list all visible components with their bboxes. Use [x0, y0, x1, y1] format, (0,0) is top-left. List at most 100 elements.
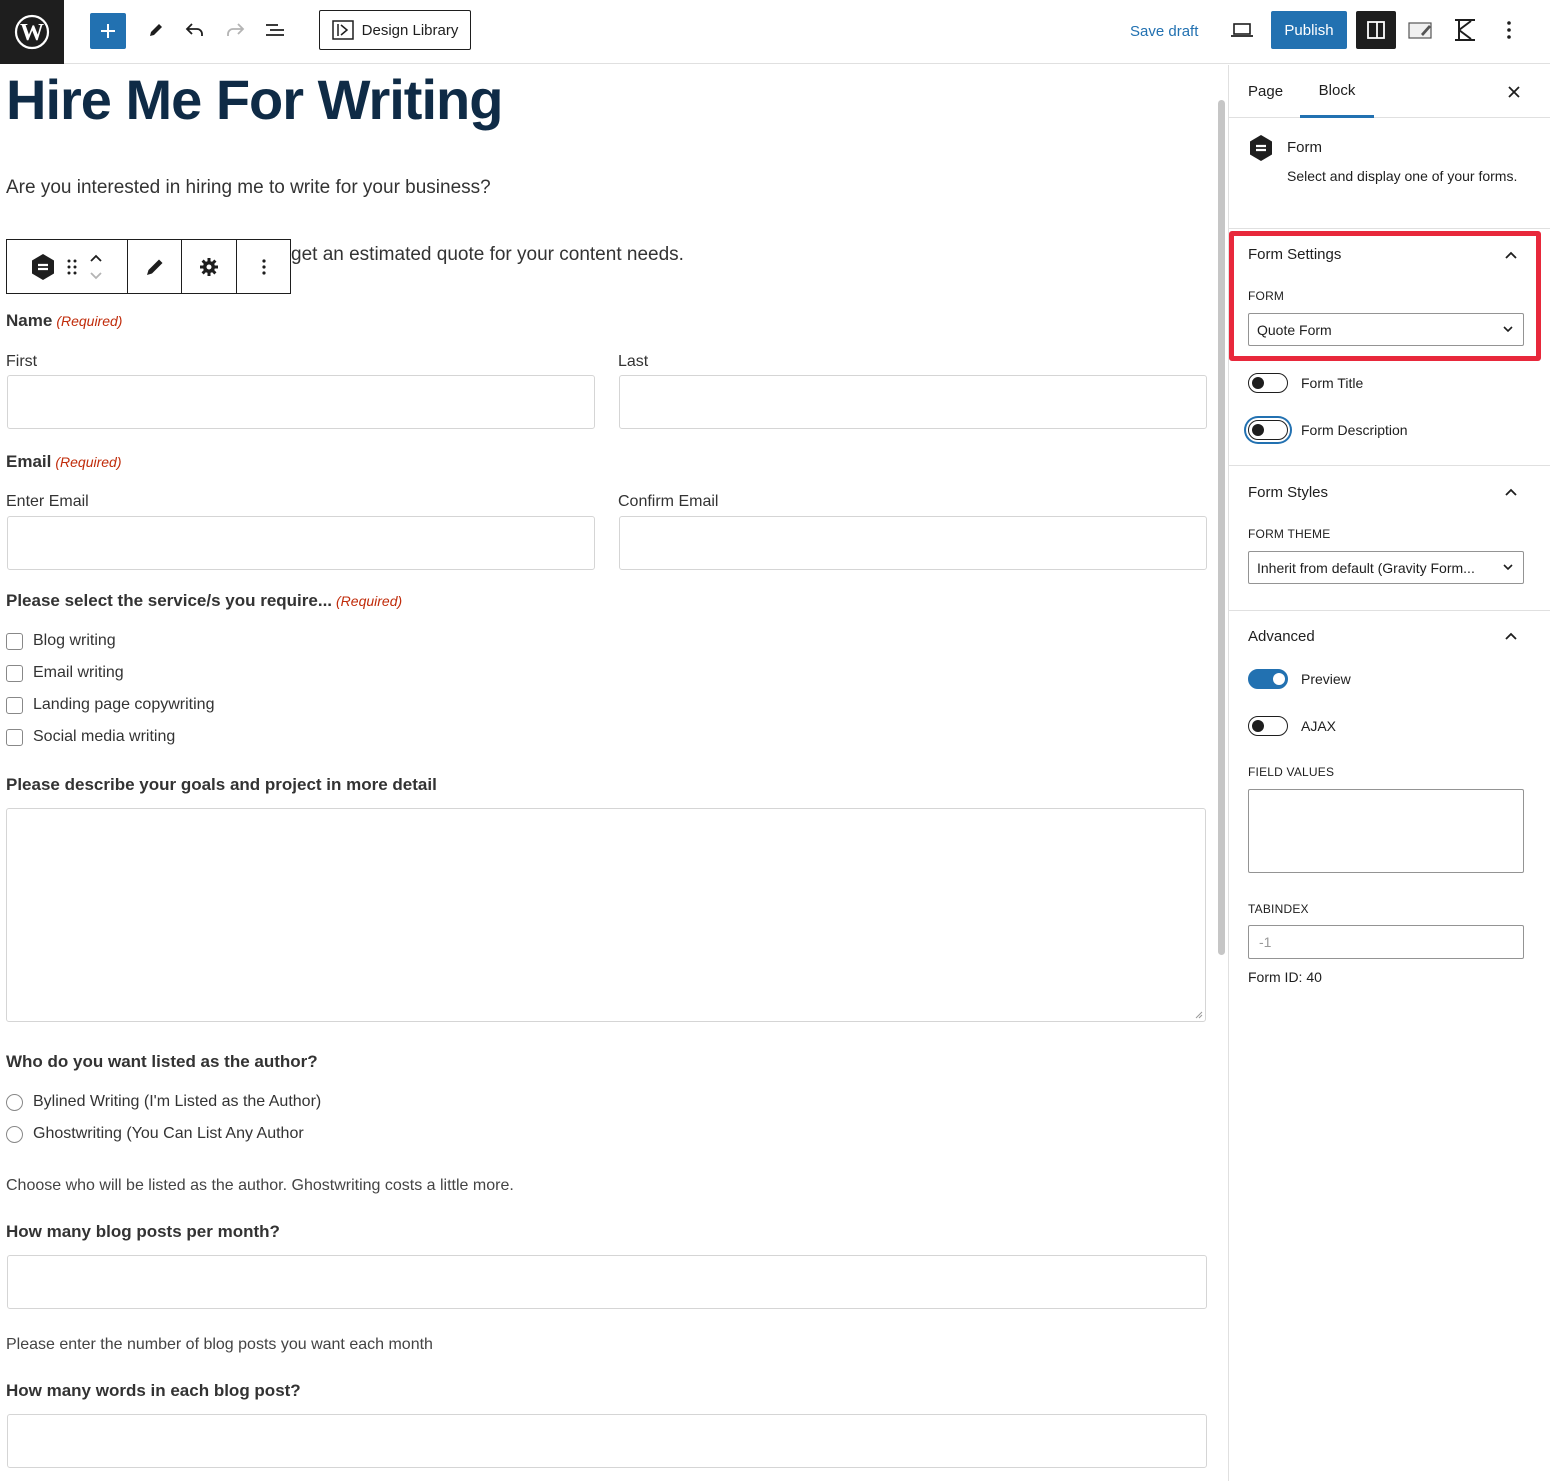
collapse-advanced-button[interactable]	[1501, 626, 1521, 646]
plugin-button[interactable]	[1404, 15, 1438, 45]
field-values-textarea[interactable]	[1248, 789, 1524, 873]
gravity-forms-icon[interactable]	[30, 253, 56, 281]
service-option-label: Email writing	[33, 664, 124, 681]
checkbox[interactable]	[6, 728, 23, 746]
goals-textarea[interactable]	[6, 808, 1206, 1022]
service-option-label: Social media writing	[33, 728, 176, 745]
confirm-email-input[interactable]	[619, 516, 1207, 570]
move-up-down-icon[interactable]	[88, 252, 104, 282]
required-indicator: (Required)	[55, 454, 122, 470]
toggle-knob	[1273, 673, 1285, 685]
more-vertical-icon	[261, 258, 266, 275]
last-name-sublabel: Last	[618, 353, 649, 370]
radio-button[interactable]	[6, 1093, 23, 1111]
block-toolbar	[6, 239, 291, 294]
form-settings-button[interactable]	[182, 240, 237, 293]
form-theme-value: Inherit from default (Gravity Form...	[1257, 559, 1475, 576]
checkbox[interactable]	[6, 664, 23, 682]
undo-button[interactable]	[181, 15, 209, 45]
design-library-button[interactable]: Design Library	[319, 10, 471, 50]
collapse-form-styles-button[interactable]	[1501, 482, 1521, 502]
first-name-input[interactable]	[7, 375, 595, 429]
required-indicator: (Required)	[56, 313, 123, 329]
author-option[interactable]: Ghostwriting (You Can List Any Author	[6, 1125, 304, 1143]
enter-email-sublabel: Enter Email	[6, 493, 89, 510]
chevron-up-icon	[1505, 251, 1517, 259]
quote-paragraph[interactable]: get an estimated quote for your content …	[291, 244, 684, 266]
pencil-icon	[150, 24, 162, 36]
chevron-down-icon	[1503, 564, 1513, 571]
drag-handle-icon[interactable]	[66, 258, 78, 276]
gravity-forms-icon	[1250, 135, 1272, 161]
wordpress-icon: W	[14, 14, 50, 50]
form-description-toggle-row[interactable]: Form Description	[1248, 420, 1408, 440]
email-input[interactable]	[7, 516, 595, 570]
divider	[1229, 465, 1550, 466]
services-field-label: Please select the service/s you require.…	[6, 591, 402, 611]
preview-toggle[interactable]	[1248, 669, 1288, 689]
author-option[interactable]: Bylined Writing (I'm Listed as the Autho…	[6, 1093, 321, 1111]
ajax-toggle[interactable]	[1248, 716, 1288, 736]
tab-page[interactable]: Page	[1248, 65, 1283, 118]
add-block-button[interactable]	[90, 13, 126, 49]
ajax-toggle-row[interactable]: AJAX	[1248, 716, 1336, 736]
last-name-input[interactable]	[619, 375, 1207, 429]
block-options-button[interactable]	[237, 240, 290, 293]
preview-toggle-row[interactable]: Preview	[1248, 669, 1351, 689]
form-theme-select[interactable]: Inherit from default (Gravity Form...	[1248, 551, 1524, 584]
save-draft-button[interactable]: Save draft	[1122, 12, 1206, 50]
options-button[interactable]	[1496, 15, 1522, 45]
block-mover-group	[7, 240, 128, 293]
edit-form-button[interactable]	[128, 240, 182, 293]
author-option-label: Bylined Writing (I'm Listed as the Autho…	[33, 1093, 322, 1110]
divider	[1229, 228, 1550, 229]
more-vertical-icon	[1507, 21, 1511, 39]
publish-button[interactable]: Publish	[1271, 11, 1347, 49]
service-option[interactable]: Social media writing	[6, 728, 175, 746]
tab-block[interactable]: Block	[1300, 65, 1374, 118]
divider	[1229, 610, 1550, 611]
close-icon	[1508, 86, 1520, 98]
email-label-text: Email	[6, 452, 52, 471]
checkbox[interactable]	[6, 632, 23, 650]
resize-handle-icon[interactable]	[1195, 1011, 1203, 1019]
required-indicator: (Required)	[336, 593, 403, 609]
author-description: Choose who will be listed as the author.…	[6, 1177, 514, 1194]
page-title[interactable]: Hire Me For Writing	[6, 67, 503, 132]
service-option[interactable]: Landing page copywriting	[6, 696, 214, 714]
settings-panel-toggle[interactable]	[1356, 11, 1396, 49]
wordpress-logo-button[interactable]: W	[0, 0, 64, 64]
email-field-label: Email (Required)	[6, 452, 122, 472]
form-title-toggle-row[interactable]: Form Title	[1248, 373, 1363, 393]
form-id-text: Form ID: 40	[1248, 969, 1322, 985]
editor-plugin-icon	[1408, 22, 1432, 39]
posts-per-month-input[interactable]	[7, 1255, 1207, 1309]
radio-button[interactable]	[6, 1125, 23, 1143]
settings-sidebar: Page Block Form Select and display one o…	[1228, 65, 1550, 1481]
edit-tool-button[interactable]	[142, 15, 170, 45]
collapse-form-settings-button[interactable]	[1501, 245, 1521, 265]
service-option[interactable]: Blog writing	[6, 632, 116, 650]
redo-button[interactable]	[221, 15, 249, 45]
words-per-post-input[interactable]	[7, 1414, 1207, 1468]
checkbox[interactable]	[6, 696, 23, 714]
chevron-down-icon	[1503, 326, 1513, 333]
form-select[interactable]: Quote Form	[1248, 313, 1524, 346]
close-sidebar-button[interactable]	[1499, 77, 1529, 107]
form-settings-heading[interactable]: Form Settings	[1248, 246, 1341, 263]
form-select-value: Quote Form	[1257, 321, 1332, 338]
chevron-up-icon	[1505, 488, 1517, 496]
preview-button[interactable]	[1226, 15, 1258, 45]
tabindex-input[interactable]: -1	[1248, 925, 1524, 959]
form-description-toggle[interactable]	[1248, 420, 1288, 440]
list-view-icon	[266, 24, 284, 36]
kadence-plugin-button[interactable]	[1450, 15, 1480, 45]
advanced-heading[interactable]: Advanced	[1248, 628, 1315, 645]
document-overview-button[interactable]	[261, 15, 289, 45]
form-title-toggle[interactable]	[1248, 373, 1288, 393]
canvas-scrollbar[interactable]	[1218, 100, 1225, 955]
posts-per-month-label: How many blog posts per month?	[6, 1222, 280, 1241]
intro-paragraph[interactable]: Are you interested in hiring me to write…	[6, 177, 491, 199]
form-styles-heading[interactable]: Form Styles	[1248, 484, 1328, 501]
service-option[interactable]: Email writing	[6, 664, 124, 682]
